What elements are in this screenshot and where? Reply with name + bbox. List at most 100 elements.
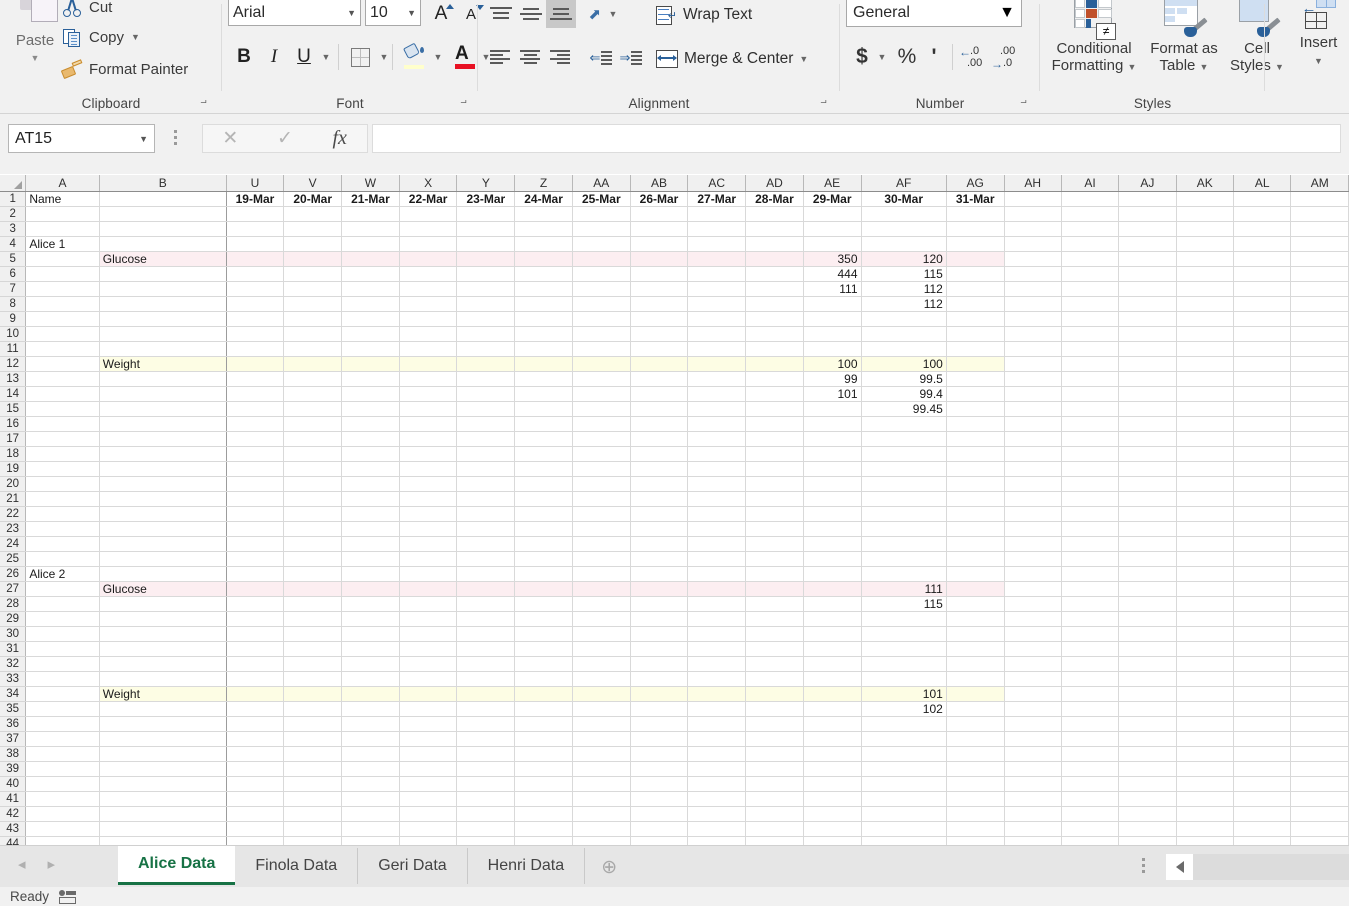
cell-AG38[interactable] <box>946 746 1005 762</box>
cell-AD32[interactable] <box>745 656 804 672</box>
column-header-x[interactable]: X <box>399 175 458 192</box>
cell-AI43[interactable] <box>1061 821 1120 837</box>
font-size-input[interactable]: 10 ▼ <box>365 0 421 26</box>
merge-center-button[interactable]: Merge & Center ▼ <box>656 46 808 72</box>
cell-AF10[interactable] <box>861 326 947 342</box>
cell-U2[interactable] <box>226 206 285 222</box>
cell-X21[interactable] <box>399 491 458 507</box>
cell-AE21[interactable] <box>803 491 862 507</box>
cell-AM38[interactable] <box>1290 746 1349 762</box>
cell-U26[interactable] <box>226 566 285 582</box>
cell-X28[interactable] <box>399 596 458 612</box>
cell-AL27[interactable] <box>1233 581 1292 597</box>
cell-AE29[interactable] <box>803 611 862 627</box>
cell-W42[interactable] <box>341 806 400 822</box>
row-header-6[interactable]: 6 <box>0 266 27 282</box>
cell-AH36[interactable] <box>1004 716 1062 732</box>
cell-AE6[interactable]: 444 <box>803 266 862 282</box>
cell-AL13[interactable] <box>1233 371 1292 387</box>
cell-V23[interactable] <box>283 521 343 537</box>
chevron-down-icon[interactable]: ▼ <box>1275 62 1284 72</box>
cell-W10[interactable] <box>341 326 400 342</box>
cell-A3[interactable] <box>25 221 100 237</box>
cell-AH8[interactable] <box>1004 296 1062 312</box>
cell-V25[interactable] <box>283 551 343 567</box>
cell-Z36[interactable] <box>514 716 573 732</box>
cell-AJ38[interactable] <box>1118 746 1177 762</box>
cell-U25[interactable] <box>226 551 285 567</box>
cell-AB29[interactable] <box>630 611 689 627</box>
cell-AC36[interactable] <box>687 716 747 732</box>
cell-Y37[interactable] <box>456 731 516 747</box>
cell-AB24[interactable] <box>630 536 689 552</box>
align-bottom-button[interactable] <box>546 0 576 28</box>
cell-AK33[interactable] <box>1176 671 1235 687</box>
cell-AL26[interactable] <box>1233 566 1292 582</box>
sheet-tab-henri-data[interactable]: Henri Data <box>468 848 586 884</box>
cell-AA42[interactable] <box>572 806 631 822</box>
cell-AD11[interactable] <box>745 341 804 357</box>
cell-AC17[interactable] <box>687 431 747 447</box>
cell-AL25[interactable] <box>1233 551 1292 567</box>
cell-A32[interactable] <box>25 656 100 672</box>
cell-AH13[interactable] <box>1004 371 1062 387</box>
column-header-aj[interactable]: AJ <box>1118 175 1177 192</box>
cell-V6[interactable] <box>283 266 343 282</box>
cell-X31[interactable] <box>399 641 458 657</box>
cell-AK14[interactable] <box>1176 386 1235 402</box>
cell-A28[interactable] <box>25 596 100 612</box>
cell-AC4[interactable] <box>687 236 747 252</box>
cell-X20[interactable] <box>399 476 458 492</box>
currency-dropdown[interactable]: ▼ <box>874 42 890 72</box>
cell-AF35[interactable]: 102 <box>861 701 947 717</box>
cell-AI5[interactable] <box>1061 251 1120 267</box>
cell-U9[interactable] <box>226 311 285 327</box>
cell-AI2[interactable] <box>1061 206 1120 222</box>
cell-AC31[interactable] <box>687 641 747 657</box>
cell-V12[interactable] <box>283 356 343 372</box>
cell-AE23[interactable] <box>803 521 862 537</box>
row-header-4[interactable]: 4 <box>0 236 27 252</box>
cell-V7[interactable] <box>283 281 343 297</box>
cell-AD34[interactable] <box>745 686 804 702</box>
row-header-43[interactable]: 43 <box>0 821 27 837</box>
cell-Y29[interactable] <box>456 611 516 627</box>
cell-AF8[interactable]: 112 <box>861 296 947 312</box>
align-left-button[interactable] <box>486 44 516 72</box>
cell-AE25[interactable] <box>803 551 862 567</box>
cell-X7[interactable] <box>399 281 458 297</box>
row-header-27[interactable]: 27 <box>0 581 27 597</box>
cell-AC6[interactable] <box>687 266 747 282</box>
cell-V36[interactable] <box>283 716 343 732</box>
cell-AB10[interactable] <box>630 326 689 342</box>
cell-AE8[interactable] <box>803 296 862 312</box>
cell-AB43[interactable] <box>630 821 689 837</box>
cell-U36[interactable] <box>226 716 285 732</box>
cell-AH40[interactable] <box>1004 776 1062 792</box>
cell-W2[interactable] <box>341 206 400 222</box>
cell-AJ41[interactable] <box>1118 791 1177 807</box>
cell-AH38[interactable] <box>1004 746 1062 762</box>
cell-AC9[interactable] <box>687 311 747 327</box>
cell-B20[interactable] <box>99 476 227 492</box>
column-header-am[interactable]: AM <box>1290 175 1349 192</box>
cell-AB1[interactable]: 26-Mar <box>630 191 689 207</box>
cell-Z44[interactable] <box>514 836 573 845</box>
cell-Z11[interactable] <box>514 341 573 357</box>
cell-U32[interactable] <box>226 656 285 672</box>
column-header-af[interactable]: AF <box>861 175 947 192</box>
cell-U31[interactable] <box>226 641 285 657</box>
cell-U3[interactable] <box>226 221 285 237</box>
cell-X26[interactable] <box>399 566 458 582</box>
cell-V29[interactable] <box>283 611 343 627</box>
cell-AH26[interactable] <box>1004 566 1062 582</box>
cell-AK43[interactable] <box>1176 821 1235 837</box>
cell-X11[interactable] <box>399 341 458 357</box>
cell-AM35[interactable] <box>1290 701 1349 717</box>
cell-AH41[interactable] <box>1004 791 1062 807</box>
cell-AH44[interactable] <box>1004 836 1062 845</box>
cell-AA43[interactable] <box>572 821 631 837</box>
cell-AM4[interactable] <box>1290 236 1349 252</box>
cell-V26[interactable] <box>283 566 343 582</box>
cell-AK17[interactable] <box>1176 431 1235 447</box>
